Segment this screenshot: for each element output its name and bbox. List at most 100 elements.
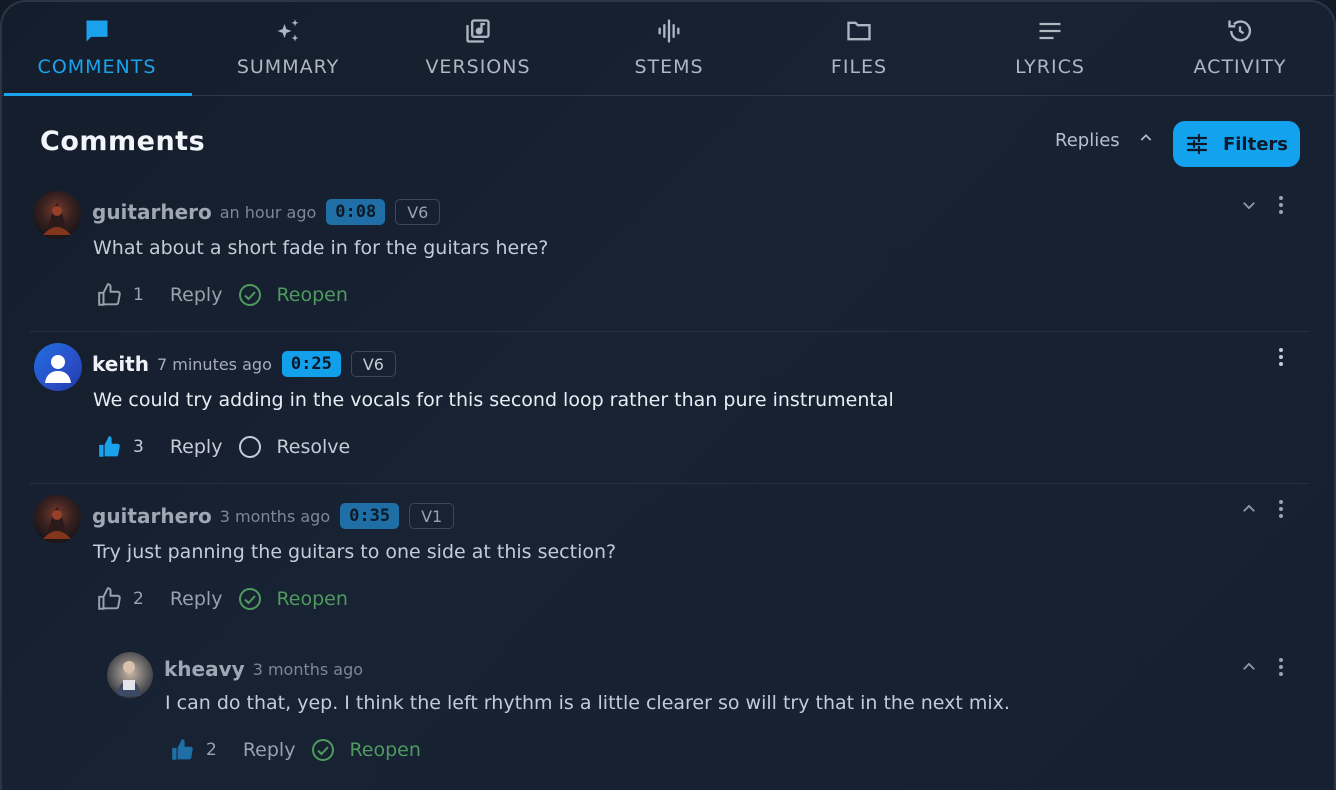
comment-controls bbox=[1240, 657, 1286, 677]
comment-time: 3 months ago bbox=[252, 659, 364, 679]
waveform-icon bbox=[574, 16, 764, 46]
like-count: 2 bbox=[133, 589, 144, 609]
timestamp-badge[interactable]: 0:35 bbox=[340, 503, 400, 529]
tab-lyrics[interactable]: LYRICS bbox=[955, 2, 1145, 94]
like-button[interactable]: 2 bbox=[97, 586, 144, 612]
replies-label: Replies bbox=[1055, 130, 1120, 151]
tab-versions[interactable]: VERSIONS bbox=[383, 2, 573, 94]
comment-text: What about a short fade in for the guita… bbox=[93, 237, 549, 259]
comment-meta: guitarhero an hour ago 0:08 V6 bbox=[92, 199, 441, 225]
timestamp-badge[interactable]: 0:08 bbox=[326, 199, 386, 225]
filters-label: Filters bbox=[1222, 133, 1289, 155]
version-badge[interactable]: V6 bbox=[350, 351, 396, 377]
avatar[interactable] bbox=[33, 191, 81, 239]
reopen-button[interactable]: Reopen bbox=[238, 283, 348, 307]
tab-label: SUMMARY bbox=[236, 56, 340, 78]
username[interactable]: kheavy bbox=[164, 657, 245, 681]
reply-button[interactable]: Reply bbox=[170, 284, 223, 306]
like-button[interactable]: 1 bbox=[97, 282, 144, 308]
comment-meta: keith 7 minutes ago 0:25 V6 bbox=[92, 351, 396, 377]
circle-outline-icon bbox=[238, 435, 262, 459]
tab-label: COMMENTS bbox=[37, 56, 157, 78]
comment-meta: guitarhero 3 months ago 0:35 V1 bbox=[92, 503, 455, 529]
comment-text: We could try adding in the vocals for th… bbox=[93, 389, 894, 411]
tab-label: FILES bbox=[830, 56, 888, 78]
thumbs-up-outline-icon bbox=[97, 586, 123, 612]
tab-activity[interactable]: ACTIVITY bbox=[1145, 2, 1334, 94]
comment-time: 3 months ago bbox=[219, 506, 331, 526]
more-vert-icon[interactable] bbox=[1276, 499, 1286, 519]
comment-meta: kheavy 3 months ago bbox=[164, 657, 363, 681]
more-vert-icon[interactable] bbox=[1276, 195, 1286, 215]
status-label: Resolve bbox=[276, 436, 351, 458]
tab-label: VERSIONS bbox=[425, 56, 531, 78]
like-count: 2 bbox=[206, 740, 217, 760]
replies-toggle[interactable]: Replies bbox=[1055, 130, 1154, 151]
folder-icon bbox=[764, 16, 954, 46]
filters-button[interactable]: Filters bbox=[1173, 121, 1300, 167]
comment-actions: 2 Reply Reopen bbox=[170, 737, 421, 763]
sparkle-icon bbox=[193, 16, 383, 46]
comment-time: 7 minutes ago bbox=[156, 354, 272, 374]
avatar[interactable] bbox=[34, 343, 82, 391]
divider bbox=[30, 483, 1308, 484]
reopen-button[interactable]: Reopen bbox=[311, 738, 421, 762]
like-count: 3 bbox=[133, 437, 144, 457]
thumbs-up-filled-icon bbox=[97, 434, 123, 460]
comment-actions: 1 Reply Reopen bbox=[97, 282, 348, 308]
tab-label: LYRICS bbox=[1015, 56, 1085, 78]
more-vert-icon[interactable] bbox=[1276, 657, 1286, 677]
status-label: Reopen bbox=[349, 739, 421, 761]
status-label: Reopen bbox=[276, 588, 348, 610]
status-label: Reopen bbox=[276, 284, 348, 306]
tab-label: STEMS bbox=[634, 56, 704, 78]
sliders-icon bbox=[1185, 132, 1209, 156]
history-icon bbox=[1145, 16, 1334, 46]
lines-icon bbox=[955, 16, 1145, 46]
comment-actions: 2 Reply Reopen bbox=[97, 586, 348, 612]
reply-button[interactable]: Reply bbox=[170, 436, 223, 458]
username[interactable]: guitarhero bbox=[92, 200, 212, 224]
comment-controls bbox=[1276, 347, 1286, 367]
comment-time: an hour ago bbox=[219, 202, 317, 222]
like-button[interactable]: 2 bbox=[170, 737, 217, 763]
resolve-button[interactable]: Resolve bbox=[238, 435, 350, 459]
comments-panel: COMMENTS SUMMARY VERSIONS STEMS FILES LY… bbox=[0, 0, 1336, 790]
page-title: Comments bbox=[40, 126, 206, 157]
check-circle-icon bbox=[238, 283, 262, 307]
chevron-up-icon[interactable] bbox=[1240, 658, 1258, 676]
version-badge[interactable]: V1 bbox=[409, 503, 455, 529]
thumbs-up-filled-icon bbox=[170, 737, 196, 763]
more-vert-icon[interactable] bbox=[1276, 347, 1286, 367]
comment-controls bbox=[1240, 195, 1286, 215]
comment-controls bbox=[1240, 499, 1286, 519]
tab-bar: COMMENTS SUMMARY VERSIONS STEMS FILES LY… bbox=[2, 2, 1334, 96]
thumbs-up-outline-icon bbox=[97, 282, 123, 308]
comment-text: I can do that, yep. I think the left rhy… bbox=[165, 692, 1010, 714]
check-circle-icon bbox=[238, 587, 262, 611]
version-badge[interactable]: V6 bbox=[395, 199, 441, 225]
username[interactable]: guitarhero bbox=[92, 504, 212, 528]
reopen-button[interactable]: Reopen bbox=[238, 587, 348, 611]
chevron-up-icon bbox=[1138, 130, 1154, 151]
check-circle-icon bbox=[311, 738, 335, 762]
like-count: 1 bbox=[133, 285, 144, 305]
comment-icon bbox=[2, 16, 192, 46]
chevron-down-icon[interactable] bbox=[1240, 196, 1258, 214]
versions-icon bbox=[383, 16, 573, 46]
divider bbox=[30, 331, 1308, 332]
tab-comments[interactable]: COMMENTS bbox=[2, 2, 192, 96]
reply-button[interactable]: Reply bbox=[243, 739, 296, 761]
comment-actions: 3 Reply Resolve bbox=[97, 434, 350, 460]
timestamp-badge[interactable]: 0:25 bbox=[281, 351, 341, 377]
avatar[interactable] bbox=[107, 652, 153, 698]
tab-summary[interactable]: SUMMARY bbox=[193, 2, 383, 94]
reply-button[interactable]: Reply bbox=[170, 588, 223, 610]
username[interactable]: keith bbox=[92, 352, 149, 376]
avatar[interactable] bbox=[33, 495, 81, 543]
tab-label: ACTIVITY bbox=[1193, 56, 1287, 78]
like-button[interactable]: 3 bbox=[97, 434, 144, 460]
chevron-up-icon[interactable] bbox=[1240, 500, 1258, 518]
tab-files[interactable]: FILES bbox=[764, 2, 954, 94]
tab-stems[interactable]: STEMS bbox=[574, 2, 764, 94]
